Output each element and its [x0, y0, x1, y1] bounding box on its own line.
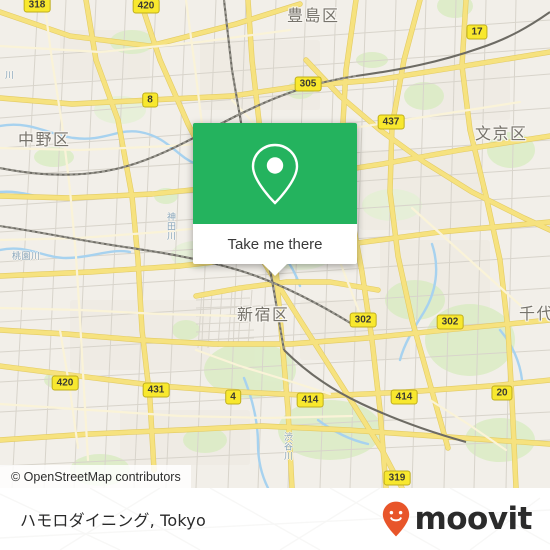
moovit-pin-icon — [383, 501, 410, 537]
moovit-logo[interactable]: moovit — [382, 501, 532, 537]
footer-bar: ハモロダイニング, Tokyo moovit — [0, 488, 550, 550]
moovit-place-card: .bg { fill:#f2efe9; } .park { fill:#dcec… — [0, 0, 550, 550]
place-title: ハモロダイニング, Tokyo — [20, 511, 206, 530]
moovit-wordmark: moovit — [414, 500, 532, 537]
popup-cta-label: Take me there — [227, 235, 323, 253]
popup-cta[interactable]: Take me there — [193, 224, 357, 264]
map-attribution[interactable]: © OpenStreetMap contributors — [0, 465, 191, 488]
map-pin-icon — [251, 143, 299, 205]
popup-header — [193, 123, 357, 224]
map-canvas[interactable]: .bg { fill:#f2efe9; } .park { fill:#dcec… — [0, 0, 550, 488]
place-popup-card[interactable]: Take me there — [193, 123, 357, 276]
popup-tail — [262, 263, 288, 276]
attribution-text: © OpenStreetMap contributors — [11, 469, 181, 484]
